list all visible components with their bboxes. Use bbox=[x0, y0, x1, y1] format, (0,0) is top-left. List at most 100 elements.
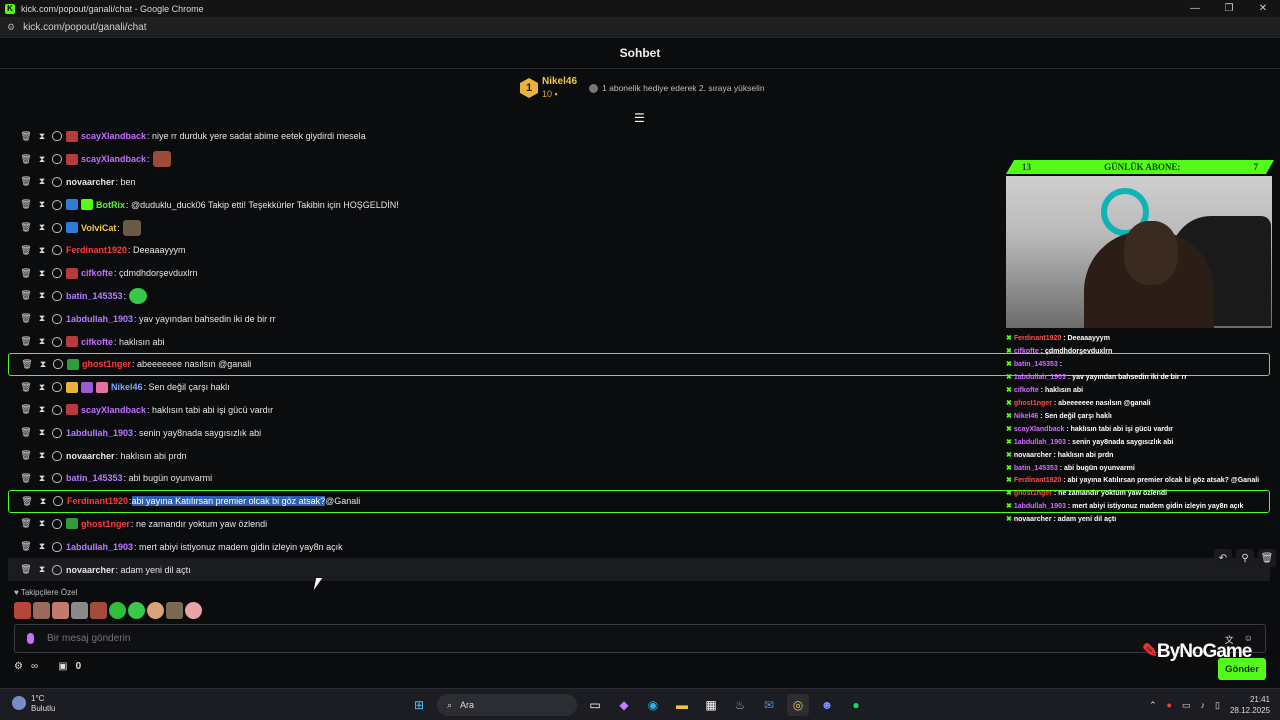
chat-message[interactable]: 🗑 ⧗ 1abdullah_1903: mert abiyi istiyonuz m… bbox=[8, 535, 1270, 558]
shield-icon[interactable] bbox=[52, 541, 62, 552]
timeout-icon[interactable]: ⧗ bbox=[34, 336, 50, 347]
mail-icon[interactable]: ✉ bbox=[758, 694, 780, 716]
task-view-icon[interactable]: ▭ bbox=[584, 694, 606, 716]
timeout-icon[interactable]: ⧗ bbox=[34, 131, 50, 142]
copilot-icon[interactable]: ◆ bbox=[613, 694, 635, 716]
pin-icon[interactable]: ⚲ bbox=[1236, 549, 1254, 567]
timeout-icon[interactable]: ⧗ bbox=[34, 382, 50, 393]
shield-icon[interactable] bbox=[52, 268, 62, 279]
timeout-icon[interactable]: ⧗ bbox=[34, 473, 50, 484]
reply-icon[interactable]: ↶ bbox=[1214, 549, 1232, 567]
delete-icon[interactable]: 🗑 bbox=[18, 518, 34, 529]
timeout-icon[interactable]: ⧗ bbox=[34, 404, 50, 415]
shield-icon[interactable] bbox=[52, 473, 62, 484]
chat-username[interactable]: VolviCat bbox=[81, 223, 116, 233]
timeout-icon[interactable]: ⧗ bbox=[34, 564, 50, 575]
gift-box-icon[interactable]: ▣ bbox=[58, 661, 67, 672]
chat-username[interactable]: ghost1nger bbox=[81, 519, 130, 529]
mic-tray-icon[interactable]: ● bbox=[1167, 700, 1172, 710]
emote[interactable] bbox=[147, 602, 164, 619]
shield-icon[interactable] bbox=[52, 176, 62, 187]
emote[interactable] bbox=[128, 602, 145, 619]
delete-icon[interactable]: 🗑 bbox=[18, 450, 34, 461]
filter-icon[interactable]: ☰ bbox=[634, 111, 645, 125]
chat-username[interactable]: novaarcher bbox=[66, 451, 115, 461]
chat-username[interactable]: cifkofte bbox=[81, 337, 113, 347]
delete-icon[interactable]: 🗑 bbox=[1258, 549, 1276, 567]
shield-icon[interactable] bbox=[53, 496, 63, 507]
chat-username[interactable]: Ferdinant1920 bbox=[67, 496, 128, 506]
url-text[interactable]: kick.com/popout/ganali/chat bbox=[23, 22, 146, 33]
shield-icon[interactable] bbox=[52, 382, 62, 393]
timeout-icon[interactable]: ⧗ bbox=[34, 427, 50, 438]
chat-username[interactable]: batin_145353 bbox=[66, 291, 123, 301]
timeout-icon[interactable]: ⧗ bbox=[34, 313, 50, 324]
network-icon[interactable]: ▭ bbox=[1182, 700, 1191, 711]
address-bar[interactable]: ⚙ kick.com/popout/ganali/chat bbox=[0, 17, 1280, 38]
timeout-icon[interactable]: ⧗ bbox=[34, 268, 50, 279]
timeout-icon[interactable]: ⧗ bbox=[34, 518, 50, 529]
shield-icon[interactable] bbox=[52, 131, 62, 142]
chat-username[interactable]: scayXlandback bbox=[81, 131, 146, 141]
emote[interactable] bbox=[166, 602, 183, 619]
chat-username[interactable]: scayXlandback bbox=[81, 154, 146, 164]
delete-icon[interactable]: 🗑 bbox=[18, 404, 34, 415]
taskbar-search[interactable]: ⌕ Ara bbox=[437, 694, 577, 716]
chat-username[interactable]: novaarcher bbox=[66, 565, 115, 575]
chat-username[interactable]: novaarcher bbox=[66, 177, 115, 187]
chat-username[interactable]: 1abdullah_1903 bbox=[66, 542, 133, 552]
timeout-icon[interactable]: ⧗ bbox=[34, 176, 50, 187]
battery-icon[interactable]: ▯ bbox=[1215, 700, 1220, 711]
delete-icon[interactable]: 🗑 bbox=[19, 359, 35, 370]
delete-icon[interactable]: 🗑 bbox=[18, 268, 34, 279]
shield-icon[interactable] bbox=[52, 427, 62, 438]
chat-message[interactable]: 🗑 ⧗ scayXlandback: niye rr durduk yere sad… bbox=[8, 125, 1270, 148]
shield-icon[interactable] bbox=[52, 336, 62, 347]
shield-icon[interactable] bbox=[52, 290, 62, 301]
close-button[interactable]: ✕ bbox=[1246, 0, 1280, 17]
shield-icon[interactable] bbox=[52, 313, 62, 324]
delete-icon[interactable]: 🗑 bbox=[18, 154, 34, 165]
delete-icon[interactable]: 🗑 bbox=[18, 290, 34, 301]
delete-icon[interactable]: 🗑 bbox=[18, 564, 34, 575]
timeout-icon[interactable]: ⧗ bbox=[34, 290, 50, 301]
chat-message[interactable]: 🗑 ⧗ novaarcher: adam yeni dil açtı bbox=[8, 558, 1270, 581]
emote[interactable] bbox=[52, 602, 69, 619]
shield-icon[interactable] bbox=[52, 199, 62, 210]
shield-icon[interactable] bbox=[53, 359, 63, 370]
delete-icon[interactable]: 🗑 bbox=[18, 382, 34, 393]
chat-username[interactable]: 1abdullah_1903 bbox=[66, 314, 133, 324]
clock[interactable]: 21:41 28.12.2025 bbox=[1230, 694, 1270, 716]
emote[interactable] bbox=[185, 602, 202, 619]
shield-icon[interactable] bbox=[52, 450, 62, 461]
gift-leaderboard[interactable]: 1 Nikel46 10 ▪ 1 abonelik hediye ederek … bbox=[520, 76, 765, 100]
emote[interactable] bbox=[90, 602, 107, 619]
emote[interactable] bbox=[71, 602, 88, 619]
site-settings-icon[interactable]: ⚙ bbox=[7, 22, 15, 33]
volume-icon[interactable]: ♪ bbox=[1201, 700, 1206, 710]
chat-username[interactable]: Nikel46 bbox=[111, 382, 143, 392]
timeout-icon[interactable]: ⧗ bbox=[34, 199, 50, 210]
chat-username[interactable]: ghost1nger bbox=[82, 359, 131, 369]
timeout-icon[interactable]: ⧗ bbox=[34, 154, 50, 165]
delete-icon[interactable]: 🗑 bbox=[18, 222, 34, 233]
send-button[interactable]: Gönder bbox=[1218, 658, 1266, 680]
chevron-up-icon[interactable]: ⌃ bbox=[1149, 700, 1157, 711]
delete-icon[interactable]: 🗑 bbox=[18, 245, 34, 256]
discord-icon[interactable]: ☻ bbox=[816, 694, 838, 716]
store-icon[interactable]: ▦ bbox=[700, 694, 722, 716]
edge-icon[interactable]: ◉ bbox=[642, 694, 664, 716]
chat-username[interactable]: 1abdullah_1903 bbox=[66, 428, 133, 438]
chat-username[interactable]: cifkofte bbox=[81, 268, 113, 278]
chat-username[interactable]: batin_145353 bbox=[66, 473, 123, 483]
delete-icon[interactable]: 🗑 bbox=[18, 336, 34, 347]
settings-icon[interactable]: ⚙ bbox=[14, 661, 23, 672]
chat-username[interactable]: BotRix bbox=[96, 200, 125, 210]
chat-input[interactable] bbox=[47, 633, 947, 644]
minimize-button[interactable]: — bbox=[1178, 0, 1212, 17]
timeout-icon[interactable]: ⧗ bbox=[34, 245, 50, 256]
delete-icon[interactable]: 🗑 bbox=[18, 541, 34, 552]
delete-icon[interactable]: 🗑 bbox=[18, 427, 34, 438]
weather-widget[interactable]: 1°C Bulutlu bbox=[12, 694, 55, 714]
emote[interactable] bbox=[109, 602, 126, 619]
